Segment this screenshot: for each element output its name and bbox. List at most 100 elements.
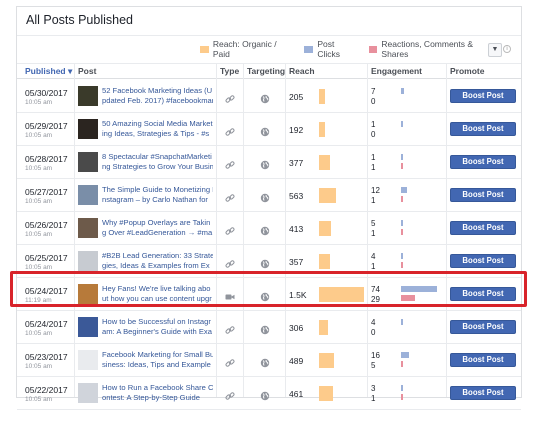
video-icon: [225, 289, 235, 300]
post-thumbnail[interactable]: [78, 284, 98, 304]
table-row: 05/30/2017 10:05 am 52 Facebook Marketin…: [17, 80, 521, 113]
post-thumbnail[interactable]: [78, 251, 98, 271]
clicks-value: 4: [371, 318, 376, 327]
globe-icon: [260, 322, 270, 335]
reactions-value: 0: [371, 328, 376, 337]
boost-post-button[interactable]: Boost Post: [450, 188, 516, 202]
reach-bar: [319, 221, 331, 236]
clicks-bar: [401, 352, 409, 358]
post-thumbnail[interactable]: [78, 185, 98, 205]
post-title-link[interactable]: 8 Spectacular #SnapchatMarketi ng Strate…: [102, 152, 213, 172]
boost-post-button[interactable]: Boost Post: [450, 386, 516, 400]
post-date: 05/23/2017: [25, 352, 68, 362]
post-title-link[interactable]: Hey Fans! We're live talking abo ut how …: [102, 284, 213, 304]
clicks-bar: [401, 253, 403, 259]
link-icon: [225, 322, 235, 334]
boost-post-button[interactable]: Boost Post: [450, 155, 516, 169]
post-thumbnail[interactable]: [78, 218, 98, 238]
info-icon[interactable]: i: [503, 45, 511, 53]
post-thumbnail[interactable]: [78, 86, 98, 106]
post-title-link[interactable]: #B2B Lead Generation: 33 Strate gies, Id…: [102, 251, 213, 271]
clicks-bar: [401, 319, 403, 325]
post-thumbnail[interactable]: [78, 350, 98, 370]
legend-reach-label: Reach: Organic / Paid: [212, 39, 277, 59]
post-title-link[interactable]: Facebook Marketing for Small Bu siness: …: [102, 350, 213, 370]
col-published-header[interactable]: Published ▾: [25, 66, 72, 77]
reach-bar: [319, 287, 364, 302]
post-time: 10:05 am: [25, 330, 53, 337]
clicks-value: 1: [371, 153, 376, 162]
post-title-link[interactable]: 50 Amazing Social Media Market ing Ideas…: [102, 119, 213, 139]
post-title-line: g Over #LeadGeneration → #ma: [102, 228, 213, 237]
boost-post-button[interactable]: Boost Post: [450, 287, 516, 301]
post-date: 05/26/2017: [25, 220, 68, 230]
reach-swatch: [200, 45, 209, 53]
reach-bar: [319, 89, 325, 104]
boost-post-button[interactable]: Boost Post: [450, 221, 516, 235]
posts-panel: All Posts Published Reach: Organic / Pai…: [16, 6, 522, 410]
reach-bar: [319, 320, 328, 335]
post-date: 05/22/2017: [25, 385, 68, 395]
reactions-value: 0: [371, 97, 376, 106]
post-title-line: ng Strategies to Grow Your Busin: [102, 162, 213, 171]
clicks-value: 16: [371, 351, 380, 360]
post-title-line: Hey Fans! We're live talking abo: [102, 284, 211, 293]
boost-post-button[interactable]: Boost Post: [450, 353, 516, 367]
post-title-line: 8 Spectacular #SnapchatMarketi: [102, 152, 212, 161]
reach-value: 1.5K: [289, 290, 307, 300]
post-title-line: #B2B Lead Generation: 33 Strate: [102, 251, 213, 260]
post-title-line: Facebook Marketing for Small Bu: [102, 350, 213, 359]
reach-bar: [319, 122, 325, 137]
legend-reach: Reach: Organic / Paid: [200, 39, 294, 59]
table-row: 05/27/2017 10:05 am The Simple Guide to …: [17, 179, 521, 212]
clicks-value: 5: [371, 219, 376, 228]
boost-post-button[interactable]: Boost Post: [450, 122, 516, 136]
title-divider: [17, 35, 521, 36]
reach-bar: [319, 155, 330, 170]
reach-value: 563: [289, 191, 304, 201]
link-icon: [225, 355, 235, 367]
post-title-line: ut how you can use content upgr: [102, 294, 212, 303]
clicks-value: 7: [371, 87, 376, 96]
post-date: 05/24/2017: [25, 286, 68, 296]
post-title-line: ontest: A Step-by-Step Guide: [102, 393, 200, 402]
post-title-line: 52 Facebook Marketing Ideas (U: [102, 86, 213, 95]
reach-value: 192: [289, 125, 304, 135]
legend-dropdown-button[interactable]: ▼: [488, 43, 502, 57]
clicks-bar: [401, 154, 403, 160]
post-title-link[interactable]: The Simple Guide to Monetizing I nstagra…: [102, 185, 213, 205]
post-time: 10:05 am: [25, 264, 53, 271]
post-thumbnail[interactable]: [78, 383, 98, 403]
clicks-bar: [401, 121, 403, 127]
boost-post-button[interactable]: Boost Post: [450, 254, 516, 268]
post-title-link[interactable]: Why #Popup Overlays are Takin g Over #Le…: [102, 218, 213, 238]
globe-icon: [260, 256, 270, 269]
reach-bar: [319, 386, 333, 401]
post-date: 05/27/2017: [25, 187, 68, 197]
reach-value: 489: [289, 356, 304, 366]
post-time: 10:05 am: [25, 363, 53, 370]
boost-post-button[interactable]: Boost Post: [450, 320, 516, 334]
boost-post-button[interactable]: Boost Post: [450, 89, 516, 103]
reactions-value: 29: [371, 295, 380, 304]
clicks-value: 3: [371, 384, 376, 393]
reach-value: 461: [289, 389, 304, 399]
post-time: 11:19 am: [25, 297, 52, 304]
post-thumbnail[interactable]: [78, 317, 98, 337]
globe-icon: [260, 190, 270, 203]
post-thumbnail[interactable]: [78, 119, 98, 139]
reactions-bar: [401, 394, 403, 400]
globe-icon: [260, 223, 270, 236]
post-title-line: 50 Amazing Social Media Market: [102, 119, 213, 128]
post-date: 05/29/2017: [25, 121, 68, 131]
col-promote-header: Promote: [450, 66, 485, 76]
table-row: 05/24/2017 10:05 am How to be Successful…: [17, 311, 521, 344]
post-title-link[interactable]: How to Run a Facebook Share C ontest: A …: [102, 383, 213, 403]
clicks-value: 4: [371, 252, 376, 261]
post-title-link[interactable]: How to be Successful on Instagr am: A Be…: [102, 317, 213, 337]
col-targeting-header: Targeting: [247, 66, 286, 76]
reach-value: 377: [289, 158, 304, 168]
post-title-link[interactable]: 52 Facebook Marketing Ideas (U pdated Fe…: [102, 86, 213, 106]
post-thumbnail[interactable]: [78, 152, 98, 172]
col-type-header: Type: [220, 66, 240, 76]
